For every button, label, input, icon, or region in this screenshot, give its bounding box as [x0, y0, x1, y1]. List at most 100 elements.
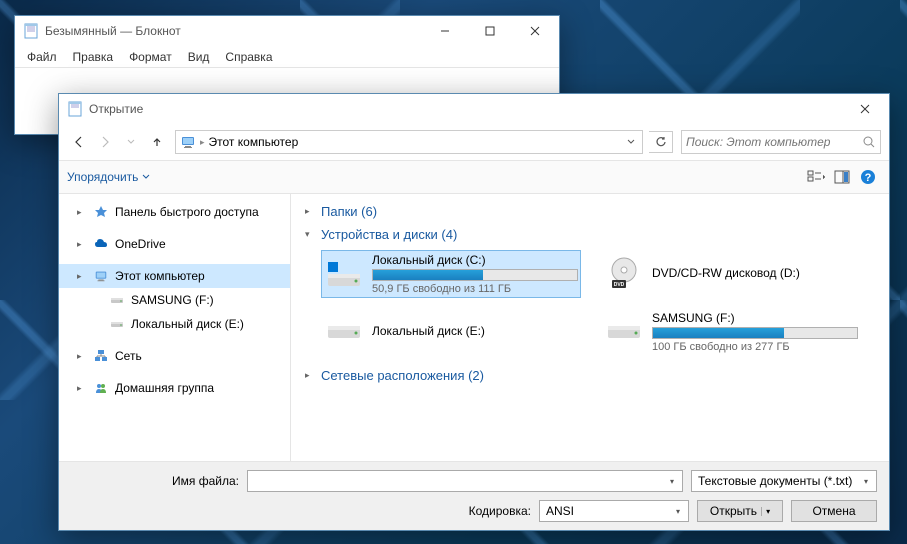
encoding-label: Кодировка: — [469, 504, 531, 518]
section-title: Сетевые расположения (2) — [321, 368, 484, 383]
open-button[interactable]: Открыть ▾ — [697, 500, 783, 522]
sidebar-item-label: Панель быстрого доступа — [115, 205, 259, 219]
drive-dvd[interactable]: DVD DVD/CD-RW дисковод (D:) — [601, 250, 861, 298]
notepad-icon — [67, 101, 83, 117]
sidebar-item-network[interactable]: ▸ Сеть — [59, 344, 290, 368]
dvd-drive-icon: DVD — [604, 254, 644, 294]
svg-text:?: ? — [865, 172, 872, 184]
maximize-button[interactable] — [467, 17, 512, 45]
drive-free-text: 100 ГБ свободно из 277 ГБ — [652, 341, 858, 353]
filetype-dropdown[interactable]: Текстовые документы (*.txt) ▾ — [691, 470, 877, 492]
encoding-dropdown[interactable]: ANSI ▾ — [539, 500, 689, 522]
notepad-menubar: Файл Правка Формат Вид Справка — [15, 46, 559, 68]
hdd-icon — [604, 312, 644, 352]
star-icon — [93, 204, 109, 220]
dialog-close-button[interactable] — [842, 95, 887, 123]
sidebar-item-label: OneDrive — [115, 237, 166, 251]
open-dialog: Открытие ▸ Этот компьютер Упорядочить ? — [58, 93, 890, 531]
menu-view[interactable]: Вид — [180, 48, 218, 66]
section-title: Папки (6) — [321, 204, 377, 219]
sidebar-item-samsung[interactable]: SAMSUNG (F:) — [59, 288, 290, 312]
sidebar-item-localdisk-e[interactable]: Локальный диск (E:) — [59, 312, 290, 336]
section-folders[interactable]: ▸ Папки (6) — [305, 204, 875, 219]
drive-icon — [109, 292, 125, 308]
section-network[interactable]: ▸ Сетевые расположения (2) — [305, 368, 875, 383]
chevron-right-icon: ▸ — [305, 206, 315, 217]
filename-input[interactable]: ▾ — [247, 470, 683, 492]
organize-button[interactable]: Упорядочить — [67, 170, 150, 184]
sidebar-item-label: Локальный диск (E:) — [131, 317, 244, 331]
address-bar[interactable]: ▸ Этот компьютер — [175, 130, 643, 154]
pc-icon — [180, 134, 196, 150]
chevron-right-icon: ▸ — [200, 137, 205, 148]
cancel-button[interactable]: Отмена — [791, 500, 877, 522]
dialog-title: Открытие — [89, 102, 842, 116]
drive-e[interactable]: Локальный диск (E:) — [321, 308, 581, 356]
toolbar: Упорядочить ? — [59, 160, 889, 194]
chevron-icon: ▸ — [77, 271, 87, 282]
drive-name: Локальный диск (C:) — [372, 253, 578, 267]
chevron-down-icon: ▾ — [664, 477, 680, 486]
refresh-button[interactable] — [649, 131, 673, 153]
menu-edit[interactable]: Правка — [65, 48, 122, 66]
address-text: Этот компьютер — [209, 135, 618, 149]
drive-samsung[interactable]: SAMSUNG (F:) 100 ГБ свободно из 277 ГБ — [601, 308, 861, 356]
notepad-title: Безымянный — Блокнот — [45, 24, 422, 38]
sidebar-item-label: Домашняя группа — [115, 381, 214, 395]
chevron-down-icon: ▾ — [761, 507, 770, 516]
cloud-icon — [93, 236, 109, 252]
sidebar-item-label: Этот компьютер — [115, 269, 205, 283]
minimize-button[interactable] — [422, 17, 467, 45]
section-drives[interactable]: ▾ Устройства и диски (4) — [305, 227, 875, 242]
notepad-titlebar[interactable]: Безымянный — Блокнот — [15, 16, 559, 46]
dialog-footer: Имя файла: ▾ Текстовые документы (*.txt)… — [59, 462, 889, 530]
nav-forward-button[interactable] — [93, 130, 117, 154]
drive-icon — [109, 316, 125, 332]
pc-icon — [93, 268, 109, 284]
nav-back-button[interactable] — [67, 130, 91, 154]
network-icon — [93, 348, 109, 364]
chevron-down-icon: ▾ — [305, 229, 315, 240]
os-drive-icon — [324, 254, 364, 294]
homegroup-icon — [93, 380, 109, 396]
chevron-right-icon: ▸ — [305, 370, 315, 381]
chevron-down-icon — [142, 173, 150, 181]
sidebar-item-homegroup[interactable]: ▸ Домашняя группа — [59, 376, 290, 400]
svg-text:DVD: DVD — [614, 282, 625, 288]
menu-file[interactable]: Файл — [19, 48, 65, 66]
chevron-icon: ▸ — [77, 383, 87, 394]
sidebar-item-label: SAMSUNG (F:) — [131, 293, 214, 307]
sidebar-item-onedrive[interactable]: ▸ OneDrive — [59, 232, 290, 256]
dialog-titlebar[interactable]: Открытие — [59, 94, 889, 124]
help-button[interactable]: ? — [855, 165, 881, 189]
search-input[interactable] — [686, 135, 858, 149]
nav-recent-dropdown[interactable] — [119, 130, 143, 154]
search-box[interactable] — [681, 130, 881, 154]
menu-help[interactable]: Справка — [217, 48, 280, 66]
nav-up-button[interactable] — [145, 130, 169, 154]
organize-label: Упорядочить — [67, 170, 138, 184]
drive-name: Локальный диск (E:) — [372, 324, 578, 338]
chevron-down-icon: ▾ — [670, 507, 686, 516]
capacity-bar — [652, 327, 858, 339]
sidebar: ▸ Панель быстрого доступа ▸ OneDrive ▸ Э… — [59, 194, 291, 461]
preview-pane-button[interactable] — [829, 165, 855, 189]
sidebar-item-thispc[interactable]: ▸ Этот компьютер — [59, 264, 290, 288]
chevron-down-icon: ▾ — [858, 477, 874, 486]
menu-format[interactable]: Формат — [121, 48, 180, 66]
content-pane: ▸ Папки (6) ▾ Устройства и диски (4) Лок… — [291, 194, 889, 461]
chevron-icon: ▸ — [77, 207, 87, 218]
navbar: ▸ Этот компьютер — [59, 124, 889, 160]
drive-free-text: 50,9 ГБ свободно из 111 ГБ — [372, 283, 578, 295]
drive-c[interactable]: Локальный диск (C:) 50,9 ГБ свободно из … — [321, 250, 581, 298]
filename-label: Имя файла: — [71, 474, 239, 488]
search-icon — [862, 135, 876, 149]
view-options-button[interactable] — [803, 165, 829, 189]
drive-name: SAMSUNG (F:) — [652, 311, 858, 325]
section-title: Устройства и диски (4) — [321, 227, 457, 242]
chevron-icon: ▸ — [77, 351, 87, 362]
sidebar-item-quickaccess[interactable]: ▸ Панель быстрого доступа — [59, 200, 290, 224]
address-dropdown[interactable] — [622, 132, 640, 152]
capacity-bar — [372, 269, 578, 281]
close-button[interactable] — [512, 17, 557, 45]
